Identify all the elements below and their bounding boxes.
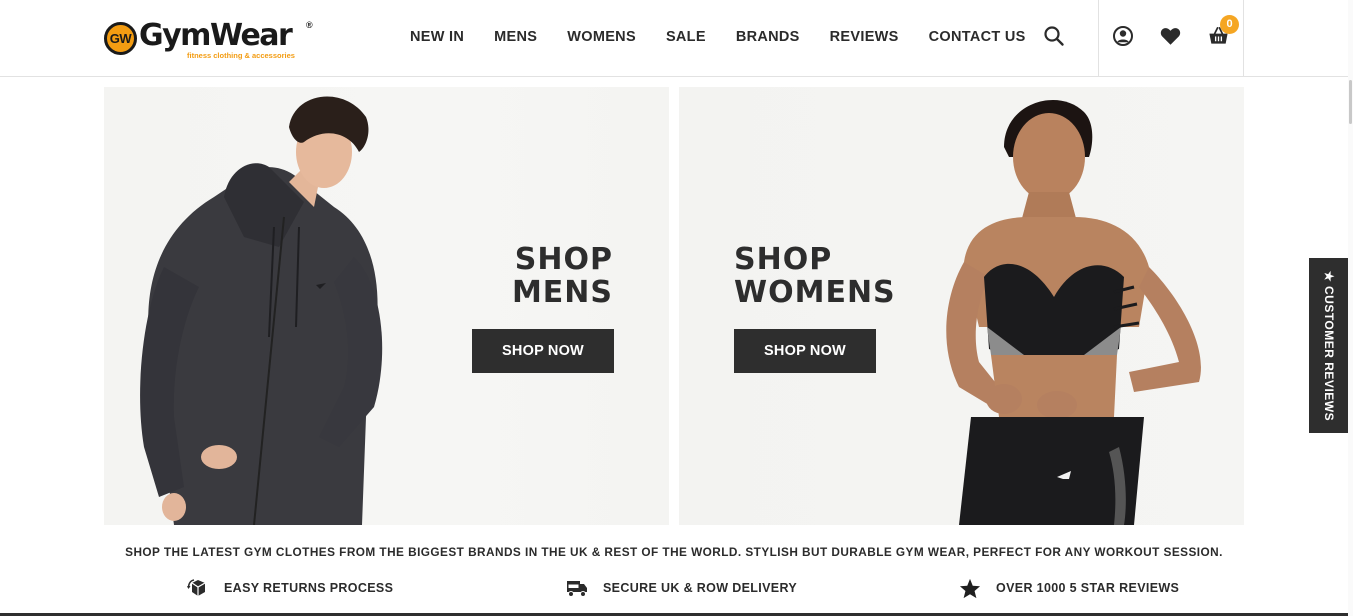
main-nav: NEW IN MENS WOMENS SALE BRANDS REVIEWS C… — [410, 26, 1056, 48]
shop-womens-title-line1: SHOP — [734, 242, 833, 277]
feature-star-reviews-label: OVER 1000 5 STAR REVIEWS — [996, 581, 1180, 595]
nav-womens[interactable]: WOMENS — [567, 26, 636, 48]
customer-reviews-tab[interactable]: ★ CUSTOMER REVIEWS — [1309, 258, 1348, 433]
search-icon[interactable] — [1043, 25, 1065, 47]
nav-reviews[interactable]: REVIEWS — [830, 26, 899, 48]
site-header: GW GymWear ® fitness clothing & accessor… — [0, 0, 1353, 77]
header-divider — [1243, 0, 1244, 77]
feature-star-reviews: OVER 1000 5 STAR REVIEWS — [959, 576, 1179, 600]
nav-mens[interactable]: MENS — [494, 26, 537, 48]
shop-mens-title-line2: MENS — [511, 275, 613, 310]
star-icon — [959, 577, 981, 599]
shop-womens-button[interactable]: SHOP NOW — [734, 329, 876, 373]
nav-new-in[interactable]: NEW IN — [410, 26, 464, 48]
womens-model-image — [946, 99, 1201, 525]
customer-reviews-tab-label: ★ CUSTOMER REVIEWS — [1321, 270, 1336, 421]
nav-brands[interactable]: BRANDS — [736, 26, 800, 48]
shop-womens-title: SHOP WOMENS — [734, 243, 896, 309]
mens-model-image — [140, 96, 383, 525]
feature-easy-returns: EASY RETURNS PROCESS — [187, 576, 393, 600]
logo-tagline: fitness clothing & accessories — [187, 51, 295, 60]
site-tagline: SHOP THE LATEST GYM CLOTHES FROM THE BIG… — [125, 545, 1223, 559]
logo-wordmark: GymWear — [139, 18, 293, 53]
feature-easy-returns-label: EASY RETURNS PROCESS — [224, 581, 394, 595]
heart-icon[interactable] — [1160, 26, 1181, 46]
shop-womens-banner[interactable]: SHOP WOMENS SHOP NOW — [679, 87, 1244, 525]
returns-box-icon — [187, 577, 209, 599]
feature-secure-delivery: SECURE UK & ROW DELIVERY — [566, 576, 797, 600]
shop-mens-banner[interactable]: SHOP MENS SHOP NOW — [104, 87, 669, 525]
shop-womens-title-line2: WOMENS — [734, 275, 896, 310]
scrollbar-thumb[interactable] — [1349, 80, 1352, 124]
cart-count-badge[interactable]: 0 — [1220, 15, 1239, 34]
delivery-truck-icon — [566, 577, 588, 599]
shop-mens-title: SHOP MENS — [512, 243, 613, 309]
gymwear-logo[interactable]: GW GymWear ® fitness clothing & accessor… — [104, 18, 319, 62]
nav-sale[interactable]: SALE — [666, 26, 706, 48]
logo-mark: GW — [104, 22, 137, 55]
shop-mens-title-line1: SHOP — [514, 242, 613, 277]
shop-mens-button[interactable]: SHOP NOW — [472, 329, 614, 373]
nav-contact-us[interactable]: CONTACT US — [929, 26, 1026, 48]
logo-registered-mark: ® — [306, 20, 313, 30]
feature-secure-delivery-label: SECURE UK & ROW DELIVERY — [603, 581, 798, 595]
user-account-icon[interactable] — [1112, 25, 1134, 47]
header-divider — [1098, 0, 1099, 77]
